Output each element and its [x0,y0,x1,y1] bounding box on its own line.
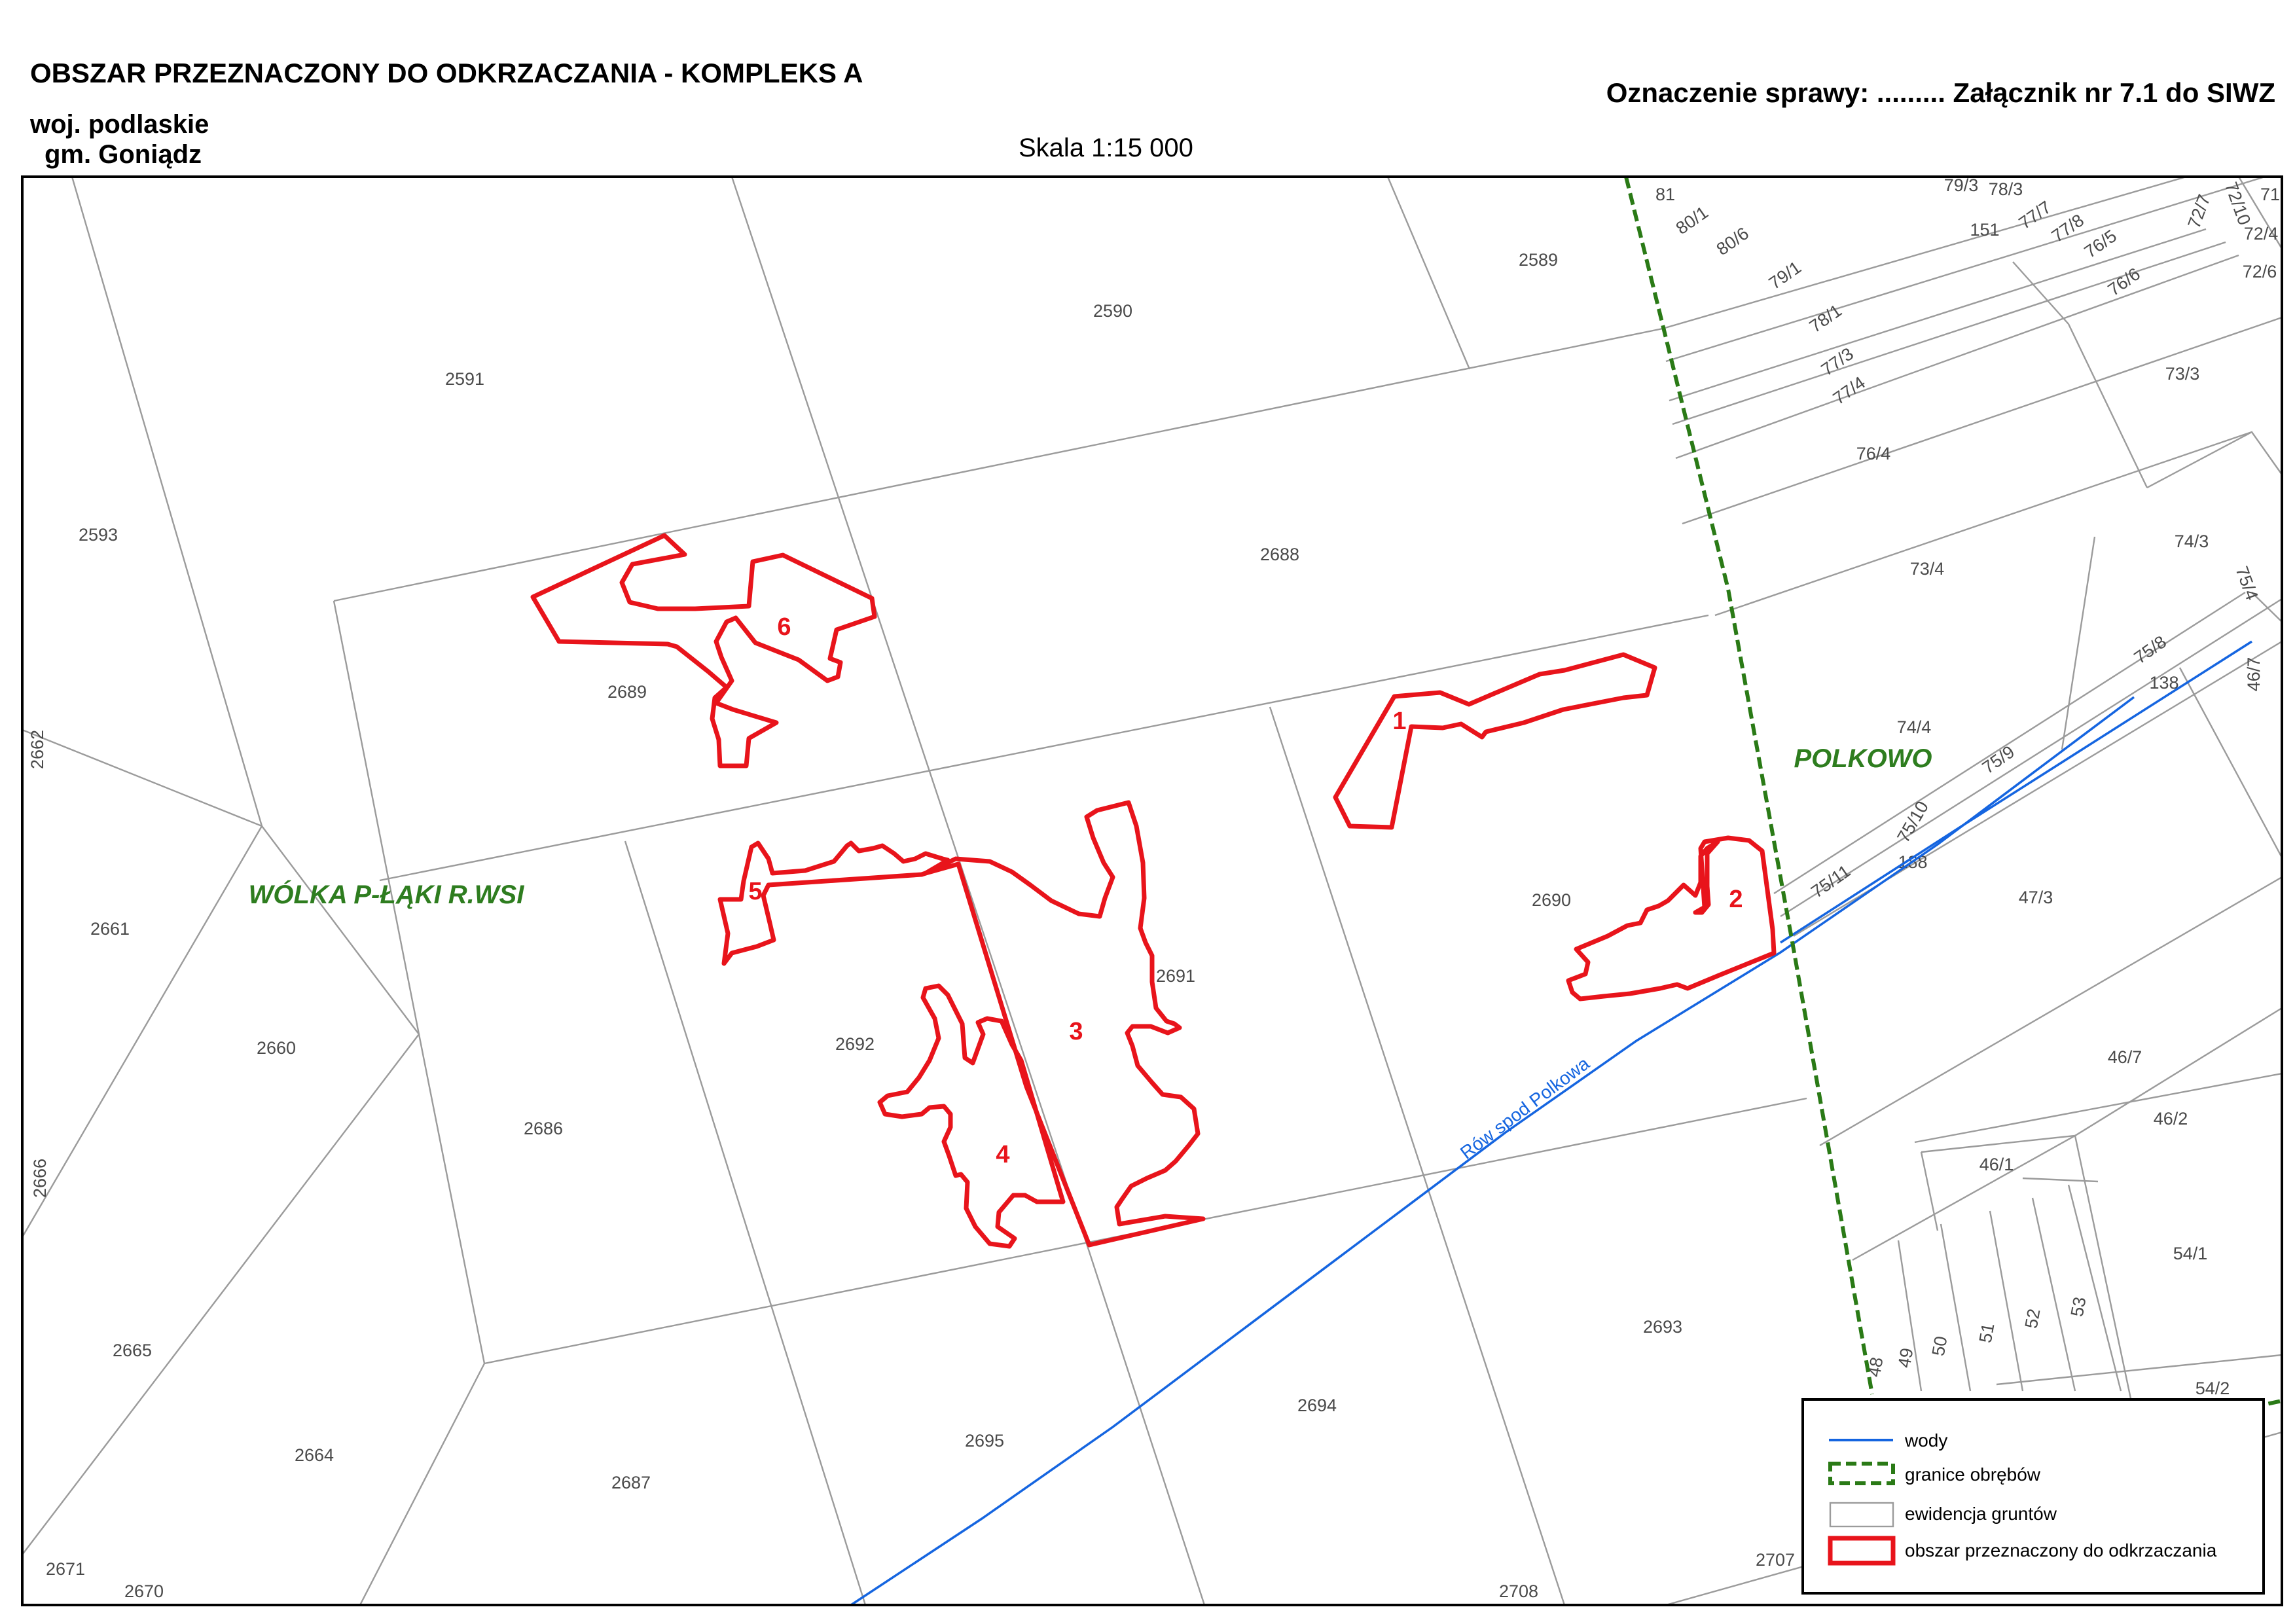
parcel-label: 2661 [90,919,130,939]
parcel-label: 46/7 [2244,657,2264,692]
parcel-label: 2589 [1519,250,1558,270]
parcel-label: 2687 [611,1473,651,1492]
parcel-label: 75/10 [1893,798,1932,846]
parcel-label: 54/2 [2196,1379,2230,1398]
parcel-label: 50 [1928,1335,1951,1358]
area-number-5: 5 [748,878,762,905]
parcel-label: 79/1 [1765,257,1805,293]
clearing-area-6 [530,533,877,768]
legend-clearing-label: obszar przeznaczony do odkrzaczania [1905,1540,2217,1561]
parcel-label: 75/9 [1979,742,2018,778]
parcel-label: 73/3 [2165,364,2200,384]
parcel-label: 2662 [27,730,47,769]
parcel-label: 79/3 [1944,175,1979,195]
legend-boundary-label: granice obrębów [1905,1464,2041,1485]
parcel-label: 2689 [607,682,647,702]
parcel-label: 2708 [1499,1581,1538,1601]
parcel-label: 2686 [524,1119,563,1138]
legend: wody granice obrębów ewidencja gruntów o… [1801,1398,2265,1595]
parcel-label: 78/1 [1806,300,1845,336]
legend-parcels-label: ewidencja gruntów [1905,1504,2057,1524]
parcel-label: 76/4 [1856,444,1891,463]
parcel-label: 2671 [46,1559,85,1579]
parcel-label: 2670 [124,1581,164,1601]
parcel-label: 75/4 [2232,564,2262,603]
ditch-line [1780,640,2252,944]
parcel-label: 49 [1894,1346,1917,1369]
parcel-label: 72/6 [2243,262,2277,281]
parcel-label: 72/7 [2184,192,2214,231]
parcel-label: 46/2 [2154,1109,2188,1128]
water-label: Rów spod Polkowa [1456,1053,1593,1163]
parcel-label: 73/4 [1910,559,1945,579]
parcel-label: 77/4 [1830,372,1869,408]
parcel-label: 54/1 [2173,1244,2208,1263]
parcel-label: 2693 [1643,1317,1682,1337]
parcel-label: 2665 [113,1341,152,1360]
area-number-2: 2 [1729,886,1743,913]
parcel-label: 2707 [1756,1550,1795,1570]
parcel-label: 74/4 [1897,717,1932,737]
parcel-label: 72/4 [2244,224,2279,244]
parcel-label: 51 [1976,1322,1998,1344]
clearing-area-4 [877,983,1066,1249]
parcel-label: 2688 [1260,545,1299,564]
village-label-polkowo: POLKOWO [1794,744,1932,773]
parcel-label: 2591 [445,369,484,389]
parcel-label: 77/7 [2015,197,2055,233]
map-canvas[interactable]: 2589 2590 2591 2593 2688 2689 2662 2661 … [0,0,2295,1624]
parcel-label: 2692 [835,1034,875,1054]
parcel-label: 2593 [79,525,118,545]
parcel-label: 76/6 [2105,264,2144,300]
parcel-label: 2590 [1093,301,1132,321]
parcel-label: 2695 [965,1431,1004,1451]
parcel-label: 151 [1970,220,1999,240]
parcel-label: 71 [2260,185,2280,204]
parcel-label: 47/3 [2019,888,2053,907]
parcel-label: 2666 [30,1159,50,1198]
legend-water-label: wody [1904,1430,1947,1451]
parcel-label: 81 [1655,185,1675,204]
parcel-label: 53 [2067,1295,2090,1318]
parcel-label: 46/1 [1979,1155,2014,1174]
parcel-label: 72/10 [2221,179,2254,228]
parcel-label: 52 [2021,1307,2044,1330]
map-content: 2589 2590 2591 2593 2688 2689 2662 2661 … [22,175,2282,1605]
parcel-label: 80/1 [1672,202,1712,238]
parcel-label: 2664 [295,1445,334,1465]
area-number-1: 1 [1392,708,1406,735]
area-number-4: 4 [996,1141,1009,1168]
parcel-label: 46/7 [2108,1047,2142,1067]
parcel-label: 74/3 [2175,532,2209,551]
village-label-wolka: WÓLKA P-ŁĄKI R.WSI [249,879,525,909]
parcel-label: 2691 [1156,966,1195,986]
parcel-label: 80/6 [1713,223,1752,259]
area-number-6: 6 [777,613,791,641]
area-number-3: 3 [1069,1018,1083,1045]
parcel-label: 2660 [257,1038,296,1058]
parcel-label: 2694 [1297,1396,1337,1415]
parcel-label: 2690 [1532,890,1571,910]
parcel-label: 78/3 [1989,179,2023,199]
